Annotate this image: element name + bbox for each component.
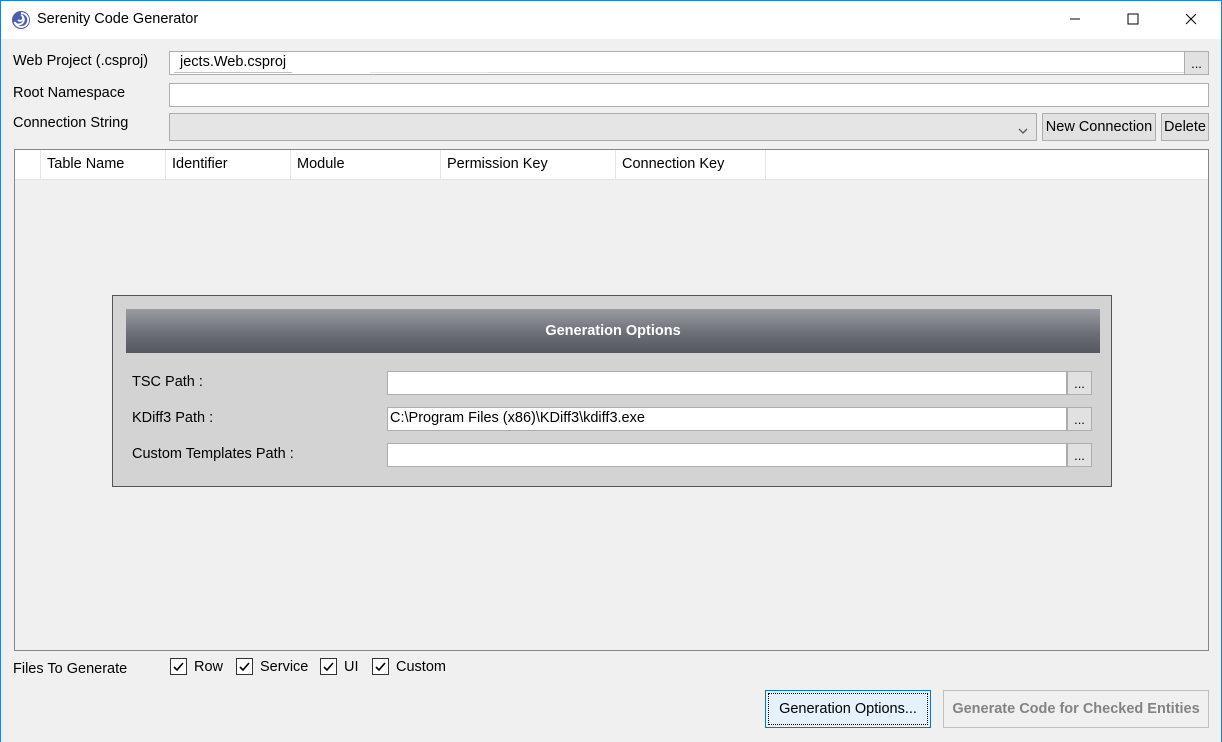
tsc-path-browse-button[interactable]: ...: [1067, 371, 1092, 395]
root-namespace-label: Root Namespace: [13, 85, 126, 101]
checkbox-box[interactable]: [170, 658, 187, 675]
close-icon: [1185, 12, 1197, 28]
checkbox-row-label: Row: [194, 658, 224, 675]
delete-connection-button[interactable]: Delete: [1161, 113, 1209, 141]
connection-string-select[interactable]: [169, 113, 1037, 141]
generate-code-button[interactable]: Generate Code for Checked Entities: [943, 690, 1209, 728]
kdiff3-path-input[interactable]: C:\Program Files (x86)\KDiff3\kdiff3.exe: [387, 407, 1067, 431]
column-header-connection-key[interactable]: Connection Key: [616, 150, 766, 180]
checkmark-icon: [239, 662, 250, 672]
checkbox-custom[interactable]: Custom: [372, 658, 446, 675]
column-header-module[interactable]: Module: [291, 150, 441, 180]
window-title: Serenity Code Generator: [37, 11, 199, 27]
connection-string-label: Connection String: [13, 115, 129, 131]
field-underline: [174, 72, 292, 73]
kdiff3-path-label: KDiff3 Path :: [132, 410, 214, 426]
web-project-value: jects.Web.csproj: [180, 54, 287, 70]
web-project-browse-button[interactable]: ...: [1184, 51, 1209, 75]
chevron-down-icon: [1018, 122, 1028, 138]
grid-header: Table Name Identifier Module Permission …: [15, 150, 1208, 180]
serenity-logo-icon: [11, 10, 31, 30]
close-button[interactable]: [1162, 1, 1220, 39]
checkmark-icon: [375, 662, 386, 672]
tsc-path-label: TSC Path :: [132, 374, 203, 390]
column-header-table-name[interactable]: Table Name: [41, 150, 166, 180]
client-area: Web Project (.csproj) jects.Web.csproj .…: [1, 39, 1221, 742]
title-bar[interactable]: Serenity Code Generator: [1, 1, 1221, 39]
focus-rectangle: [768, 693, 928, 725]
checkmark-icon: [173, 662, 184, 672]
custom-templates-browse-button[interactable]: ...: [1067, 443, 1092, 467]
custom-templates-path-input[interactable]: [387, 443, 1067, 467]
checkbox-service-label: Service: [260, 658, 309, 675]
generation-options-header: Generation Options: [126, 309, 1100, 353]
new-connection-button[interactable]: New Connection: [1042, 113, 1156, 141]
checkbox-ui[interactable]: UI: [320, 658, 359, 675]
tsc-path-input[interactable]: [387, 371, 1067, 395]
checkmark-icon: [323, 662, 334, 672]
kdiff3-path-browse-button[interactable]: ...: [1067, 407, 1092, 431]
field-underline: [370, 72, 488, 73]
checkbox-box[interactable]: [236, 658, 253, 675]
web-project-input[interactable]: jects.Web.csproj: [169, 51, 1188, 75]
minimize-icon: [1069, 12, 1081, 28]
row-selector-header[interactable]: [15, 150, 41, 180]
web-project-label: Web Project (.csproj): [13, 53, 149, 69]
minimize-button[interactable]: [1046, 1, 1104, 39]
files-to-generate-label: Files To Generate: [13, 661, 128, 677]
maximize-icon: [1127, 12, 1139, 28]
custom-templates-path-label: Custom Templates Path :: [132, 446, 294, 462]
checkbox-box[interactable]: [320, 658, 337, 675]
checkbox-service[interactable]: Service: [236, 658, 308, 675]
checkbox-box[interactable]: [372, 658, 389, 675]
app-window: Serenity Code Generator Web Project (.cs…: [0, 0, 1222, 742]
field-underline: [488, 72, 1188, 73]
checkbox-row[interactable]: Row: [170, 658, 223, 675]
root-namespace-input[interactable]: [169, 83, 1209, 107]
maximize-button[interactable]: [1104, 1, 1162, 39]
checkbox-custom-label: Custom: [396, 658, 446, 675]
column-header-permission-key[interactable]: Permission Key: [441, 150, 616, 180]
column-header-identifier[interactable]: Identifier: [166, 150, 291, 180]
generation-options-panel: Generation Options TSC Path : ... KDiff3…: [112, 295, 1112, 487]
checkbox-ui-label: UI: [344, 658, 359, 675]
generation-options-button[interactable]: Generation Options...: [765, 690, 931, 728]
